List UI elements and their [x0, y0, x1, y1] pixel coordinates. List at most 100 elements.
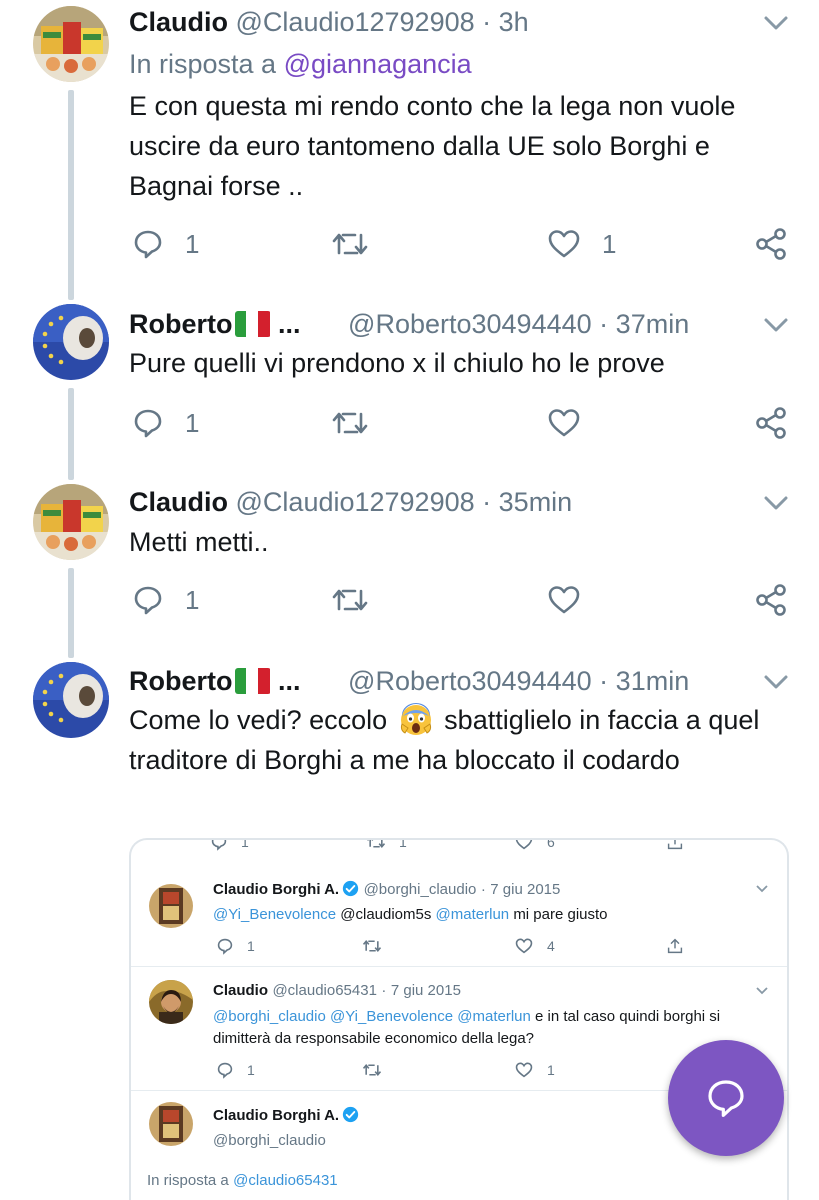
display-name[interactable]: Roberto ... — [129, 309, 301, 339]
reply-button[interactable]: 1 — [133, 580, 199, 620]
tweet-header: Roberto ... @Roberto30494440 · 37min — [129, 306, 779, 342]
share-button[interactable] — [755, 403, 787, 443]
retweet-icon — [332, 412, 368, 434]
user-handle[interactable]: @Claudio12792908 — [236, 487, 475, 517]
embed-reply-mention: @claudio65431 — [233, 1172, 338, 1189]
embed-tweet-1-header: Claudio Borghi A. @borghi_claudio · 7 gi… — [213, 880, 773, 899]
share-button[interactable] — [755, 224, 787, 264]
embed-like-count: 4 — [547, 938, 555, 954]
embed-reply-count: 1 — [241, 838, 249, 850]
share-icon — [756, 228, 786, 260]
display-name[interactable]: Claudio — [129, 7, 228, 37]
avatar-roberto[interactable] — [33, 662, 109, 738]
embed-date: 7 giu 2015 — [490, 881, 561, 898]
separator-dot: · — [599, 666, 609, 696]
attached-screenshot[interactable]: 1 1 6 Claudio Borghi A. @borghi_claudio … — [129, 838, 789, 1200]
screaming-face-emoji-icon — [400, 703, 431, 735]
user-handle[interactable]: @Claudio12792908 — [236, 7, 475, 37]
tweet-3[interactable]: Claudio @Claudio12792908 · 35min Metti m… — [0, 480, 819, 658]
share-icon — [667, 938, 683, 954]
share-icon — [756, 407, 786, 439]
chevron-down-icon[interactable] — [761, 667, 791, 697]
embed-display-name: Claudio Borghi A. — [213, 1107, 340, 1124]
heart-icon — [548, 230, 580, 258]
compose-reply-fab[interactable] — [668, 1040, 784, 1156]
tweet-actions: 1 — [129, 580, 791, 620]
reply-icon — [211, 840, 227, 851]
tweet-actions: 1 1 — [129, 224, 791, 264]
tweet-actions: 1 — [129, 403, 791, 443]
embed-share-action — [667, 938, 683, 954]
tweet-text: Pure quelli vi prendono x il chiulo ho l… — [129, 348, 665, 378]
avatar-roberto[interactable] — [33, 304, 109, 380]
reply-mention-link[interactable]: @giannagancia — [284, 49, 472, 79]
timestamp[interactable]: 35min — [499, 487, 573, 517]
like-button[interactable]: 1 — [548, 224, 616, 264]
embed-like-action: 6 — [515, 838, 555, 850]
embed-tweet-2-text: @borghi_claudio @Yi_Benevolence @materlu… — [213, 1006, 783, 1050]
retweet-button[interactable] — [332, 403, 368, 443]
embed-like-action: 1 — [515, 1062, 555, 1078]
like-button[interactable] — [548, 580, 602, 620]
tweet-header: Roberto ... @Roberto30494440 · 31min — [129, 663, 779, 699]
display-name[interactable]: Roberto ... — [129, 666, 301, 696]
tweet-2[interactable]: Roberto ... @Roberto30494440 · 37min Pur… — [0, 300, 819, 480]
share-button[interactable] — [755, 580, 787, 620]
reply-icon — [134, 230, 162, 259]
reply-icon — [217, 1062, 233, 1079]
embed-like-action: 4 — [515, 938, 555, 954]
embed-retweet-action — [362, 1062, 382, 1078]
verified-badge-icon — [342, 880, 359, 897]
heart-icon — [515, 938, 533, 954]
chevron-down-icon[interactable] — [761, 310, 791, 340]
chevron-down-icon[interactable] — [761, 488, 791, 518]
reply-icon — [134, 409, 162, 438]
timestamp[interactable]: 3h — [499, 7, 529, 37]
embed-like-count: 6 — [547, 838, 555, 850]
reply-icon — [217, 938, 233, 955]
retweet-icon — [332, 233, 368, 255]
name-ellipsis: ... — [278, 666, 301, 696]
embed-body-line-1: @borghi_claudio @Yi_Benevolence @materlu… — [213, 1006, 783, 1028]
separator-dot: · — [599, 309, 609, 339]
separator-dot: · — [482, 7, 492, 37]
embed-reply-count: 1 — [247, 1062, 255, 1078]
avatar-claudio[interactable] — [33, 484, 109, 560]
reply-prefix: In risposta a — [129, 49, 277, 79]
retweet-icon — [362, 1063, 382, 1077]
timestamp[interactable]: 37min — [616, 309, 690, 339]
embed-retweet-action: 1 — [367, 840, 407, 850]
retweet-icon — [362, 939, 382, 953]
user-handle[interactable]: @Roberto30494440 — [348, 309, 592, 339]
embed-body: e in tal caso quindi borghi si — [535, 1008, 721, 1025]
embed-reply-prefix: In risposta a — [147, 1172, 229, 1189]
embed-separator-dot: · — [381, 982, 387, 999]
embed-reply-count: 1 — [247, 938, 255, 954]
embed-avatar-borghi — [149, 1102, 193, 1146]
chevron-down-icon[interactable] — [761, 8, 791, 38]
tweet-1[interactable]: Claudio @Claudio12792908 · 3h In rispost… — [0, 0, 819, 300]
embed-user-handle: @borghi_claudio — [213, 1132, 326, 1149]
reply-button[interactable]: 1 — [133, 224, 199, 264]
embed-reply-action: 1 — [217, 1062, 255, 1079]
tweet-text: Metti metti.. — [129, 527, 269, 557]
reply-button[interactable]: 1 — [133, 403, 199, 443]
display-name[interactable]: Claudio — [129, 487, 228, 517]
tweet-header: Claudio @Claudio12792908 · 35min — [129, 484, 779, 520]
separator-dot: · — [482, 487, 492, 517]
like-button[interactable] — [548, 403, 602, 443]
embed-chevron-down-icon — [756, 987, 768, 995]
avatar-roberto-image — [33, 662, 109, 738]
reply-count: 1 — [185, 407, 200, 438]
retweet-button[interactable] — [332, 224, 368, 264]
user-handle[interactable]: @Roberto30494440 — [348, 666, 592, 696]
tweet-text-part-1: Come lo vedi? eccolo — [129, 705, 388, 735]
heart-icon — [548, 586, 580, 614]
avatar-claudio[interactable] — [33, 6, 109, 82]
timestamp[interactable]: 31min — [616, 666, 690, 696]
embed-user-handle: @borghi_claudio — [363, 881, 477, 898]
tweet-text: E con questa mi rendo conto che la lega … — [129, 91, 736, 201]
retweet-button[interactable] — [332, 580, 368, 620]
embed-mention: @Yi_Benevolence — [329, 1008, 454, 1025]
heart-icon — [515, 840, 533, 850]
